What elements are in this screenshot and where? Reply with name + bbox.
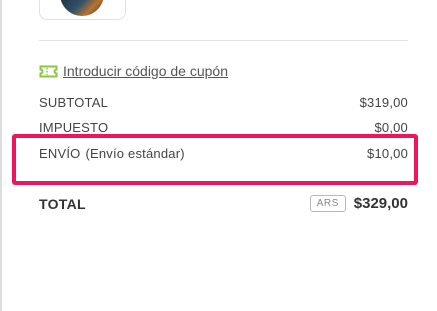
tax-value: $0,00: [374, 120, 408, 135]
tax-row: IMPUESTO $0,00: [39, 120, 408, 135]
product-image: [60, 0, 104, 16]
total-label: TOTAL: [39, 195, 86, 212]
shipping-method: (Envío estándar): [85, 146, 185, 161]
coupon-link-text: Introducir código de cupón: [63, 63, 228, 79]
total-amount-group: ARS $329,00: [309, 195, 408, 212]
total-row: TOTAL ARS $329,00: [39, 195, 408, 212]
subtotal-row: SUBTOTAL $319,00: [39, 95, 408, 110]
ticket-icon: [39, 65, 58, 77]
shipping-label: ENVÍO: [39, 146, 81, 161]
subtotal-value: $319,00: [359, 95, 408, 110]
currency-badge: ARS: [309, 195, 346, 212]
tax-label: IMPUESTO: [39, 120, 109, 135]
section-divider: [39, 40, 408, 41]
coupon-code-link[interactable]: Introducir código de cupón: [39, 63, 228, 79]
shipping-label-group: ENVÍO (Envío estándar): [39, 146, 185, 161]
total-value: $329,00: [353, 195, 408, 212]
shipping-value: $10,00: [367, 146, 408, 161]
product-thumbnail: [39, 0, 126, 20]
shipping-row: ENVÍO (Envío estándar) $10,00: [39, 146, 408, 161]
subtotal-label: SUBTOTAL: [39, 95, 109, 110]
panel-left-border: [0, 0, 2, 311]
